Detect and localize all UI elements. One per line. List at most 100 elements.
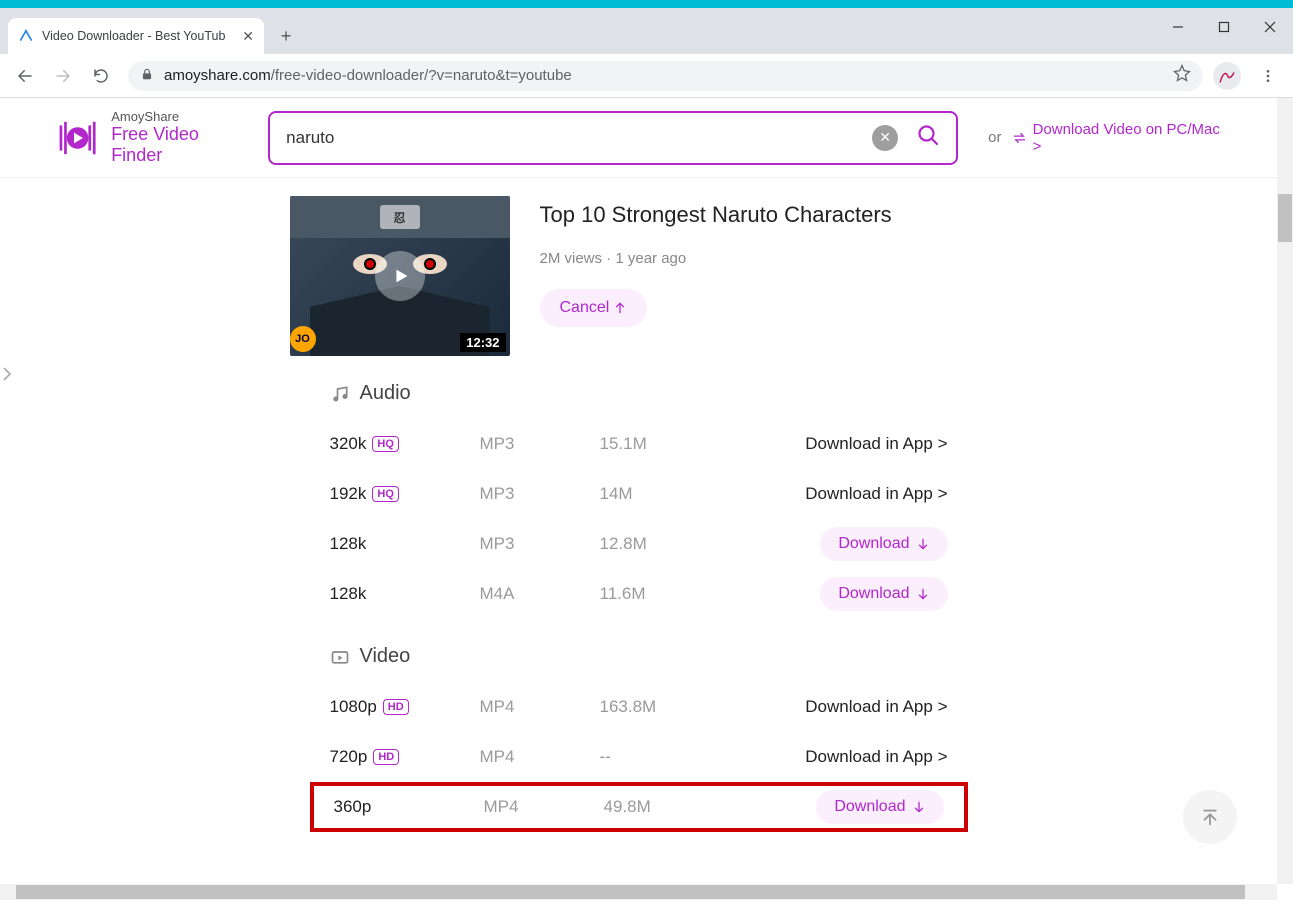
audio-section: Audio 320kHQMP315.1MDownload in App >192… xyxy=(290,382,988,619)
download-button[interactable]: Download xyxy=(820,527,947,561)
quality-cell: 1080pHD xyxy=(330,697,480,717)
format-cell: MP4 xyxy=(484,797,604,817)
browser-tab[interactable]: Video Downloader - Best YouTub ✕ xyxy=(8,18,264,54)
action-cell: Download in App > xyxy=(790,747,948,767)
size-cell: -- xyxy=(600,747,790,767)
audio-row: 320kHQMP315.1MDownload in App > xyxy=(330,419,948,469)
audio-row: 192kHQMP314M Download in App > xyxy=(330,469,948,519)
video-row: 720pHDMP4--Download in App > xyxy=(330,732,948,782)
video-meta: Top 10 Strongest Naruto Characters 2M vi… xyxy=(540,196,988,356)
thumb-channel-badge: JO xyxy=(290,326,316,352)
action-cell: Download in App > xyxy=(790,697,948,717)
action-cell: Download xyxy=(790,577,948,611)
vertical-scroll-thumb[interactable] xyxy=(1278,194,1292,242)
download-button[interactable]: Download xyxy=(820,577,947,611)
size-cell: 14M xyxy=(600,484,790,504)
vertical-scrollbar[interactable] xyxy=(1277,98,1293,884)
download-pc-link[interactable]: Download Video on PC/Mac > xyxy=(1012,121,1222,155)
action-cell: Download xyxy=(794,790,944,824)
video-duration: 12:32 xyxy=(460,333,505,352)
download-in-app-link[interactable]: Download in App > xyxy=(805,434,947,453)
window-maximize-button[interactable] xyxy=(1201,8,1247,46)
window-close-button[interactable] xyxy=(1247,8,1293,46)
download-in-app-link[interactable]: Download in App > xyxy=(805,484,947,503)
lock-icon xyxy=(140,67,154,84)
address-bar[interactable]: amoyshare.com/free-video-downloader/?v=n… xyxy=(128,61,1203,91)
audio-row: 128kM4A11.6M Download xyxy=(330,569,948,619)
tab-title: Video Downloader - Best YouTub xyxy=(42,29,234,43)
browser-menu-button[interactable] xyxy=(1251,68,1285,84)
site-favicon-icon xyxy=(18,28,34,44)
cancel-button[interactable]: Cancel xyxy=(540,289,648,327)
video-stats: 2M views · 1 year ago xyxy=(540,250,988,267)
action-cell: Download xyxy=(790,527,948,561)
quality-cell: 320kHQ xyxy=(330,434,480,454)
arrow-down-icon xyxy=(916,537,930,551)
quality-badge: HD xyxy=(383,699,409,715)
brand-logo-icon xyxy=(56,115,99,161)
tab-close-icon[interactable]: ✕ xyxy=(242,28,254,45)
arrow-up-icon xyxy=(613,301,627,315)
back-button[interactable] xyxy=(8,59,42,93)
audio-section-title: Audio xyxy=(330,382,948,405)
horizontal-scroll-thumb[interactable] xyxy=(16,885,1245,899)
or-text: or xyxy=(988,129,1001,146)
cancel-label: Cancel xyxy=(560,299,610,317)
size-cell: 163.8M xyxy=(600,697,790,717)
format-cell: M4A xyxy=(480,584,600,604)
tab-strip: Video Downloader - Best YouTub ✕ + xyxy=(0,8,1293,54)
main-content: 忍 JO 12:32 Top 10 Strongest Naruto Chara… xyxy=(0,178,1277,832)
quality-badge: HQ xyxy=(372,436,399,452)
page-viewport: AmoyShare Free Video Finder ✕ or Downloa… xyxy=(0,98,1277,884)
quality-cell: 360p xyxy=(334,797,484,817)
size-cell: 49.8M xyxy=(604,797,794,817)
arrow-down-icon xyxy=(912,800,926,814)
format-cell: MP3 xyxy=(480,484,600,504)
brand-name-bottom: Free Video Finder xyxy=(111,124,246,166)
format-cell: MP4 xyxy=(480,747,600,767)
thumb-plate: 忍 xyxy=(380,205,420,229)
brand-logo-block[interactable]: AmoyShare Free Video Finder xyxy=(56,109,246,166)
quality-cell: 192kHQ xyxy=(330,484,480,504)
search-icon[interactable] xyxy=(916,123,940,152)
quality-cell: 128k xyxy=(330,534,480,554)
arrow-down-icon xyxy=(916,587,930,601)
window-controls xyxy=(1155,8,1293,46)
video-header: 忍 JO 12:32 Top 10 Strongest Naruto Chara… xyxy=(290,196,988,356)
size-cell: 11.6M xyxy=(600,584,790,604)
profile-avatar[interactable] xyxy=(1213,62,1241,90)
video-title: Top 10 Strongest Naruto Characters xyxy=(540,202,988,228)
video-row: 1080pHDMP4163.8M Download in App > xyxy=(330,682,948,732)
bookmark-star-icon[interactable] xyxy=(1173,64,1191,87)
site-header: AmoyShare Free Video Finder ✕ or Downloa… xyxy=(0,98,1277,178)
play-icon xyxy=(375,251,425,301)
download-button[interactable]: Download xyxy=(816,790,943,824)
forward-button[interactable] xyxy=(46,59,80,93)
search-input[interactable] xyxy=(286,128,872,148)
video-section-title: Video xyxy=(330,645,948,668)
download-in-app-link[interactable]: Download in App > xyxy=(805,747,947,766)
format-cell: MP4 xyxy=(480,697,600,717)
clear-search-button[interactable]: ✕ xyxy=(872,125,898,151)
new-tab-button[interactable]: + xyxy=(272,22,300,50)
browser-toolbar: amoyshare.com/free-video-downloader/?v=n… xyxy=(0,54,1293,98)
size-cell: 12.8M xyxy=(600,534,790,554)
music-note-icon xyxy=(330,384,350,404)
video-row: 360pMP449.8M Download xyxy=(310,782,968,832)
video-thumbnail[interactable]: 忍 JO 12:32 xyxy=(290,196,510,356)
window-minimize-button[interactable] xyxy=(1155,8,1201,46)
audio-row: 128kMP312.8M Download xyxy=(330,519,948,569)
back-to-top-button[interactable] xyxy=(1183,790,1237,844)
action-cell: Download in App > xyxy=(790,484,948,504)
download-in-app-link[interactable]: Download in App > xyxy=(805,697,947,716)
side-handle-icon[interactable] xyxy=(2,366,12,387)
quality-cell: 128k xyxy=(330,584,480,604)
reload-button[interactable] xyxy=(84,59,118,93)
format-cell: MP3 xyxy=(480,534,600,554)
quality-badge: HQ xyxy=(372,486,399,502)
exchange-icon xyxy=(1012,130,1027,146)
action-cell: Download in App > xyxy=(790,434,948,454)
download-pc-label: Download Video on PC/Mac > xyxy=(1033,121,1221,155)
horizontal-scrollbar[interactable] xyxy=(0,884,1277,900)
arrow-top-icon xyxy=(1199,806,1221,828)
